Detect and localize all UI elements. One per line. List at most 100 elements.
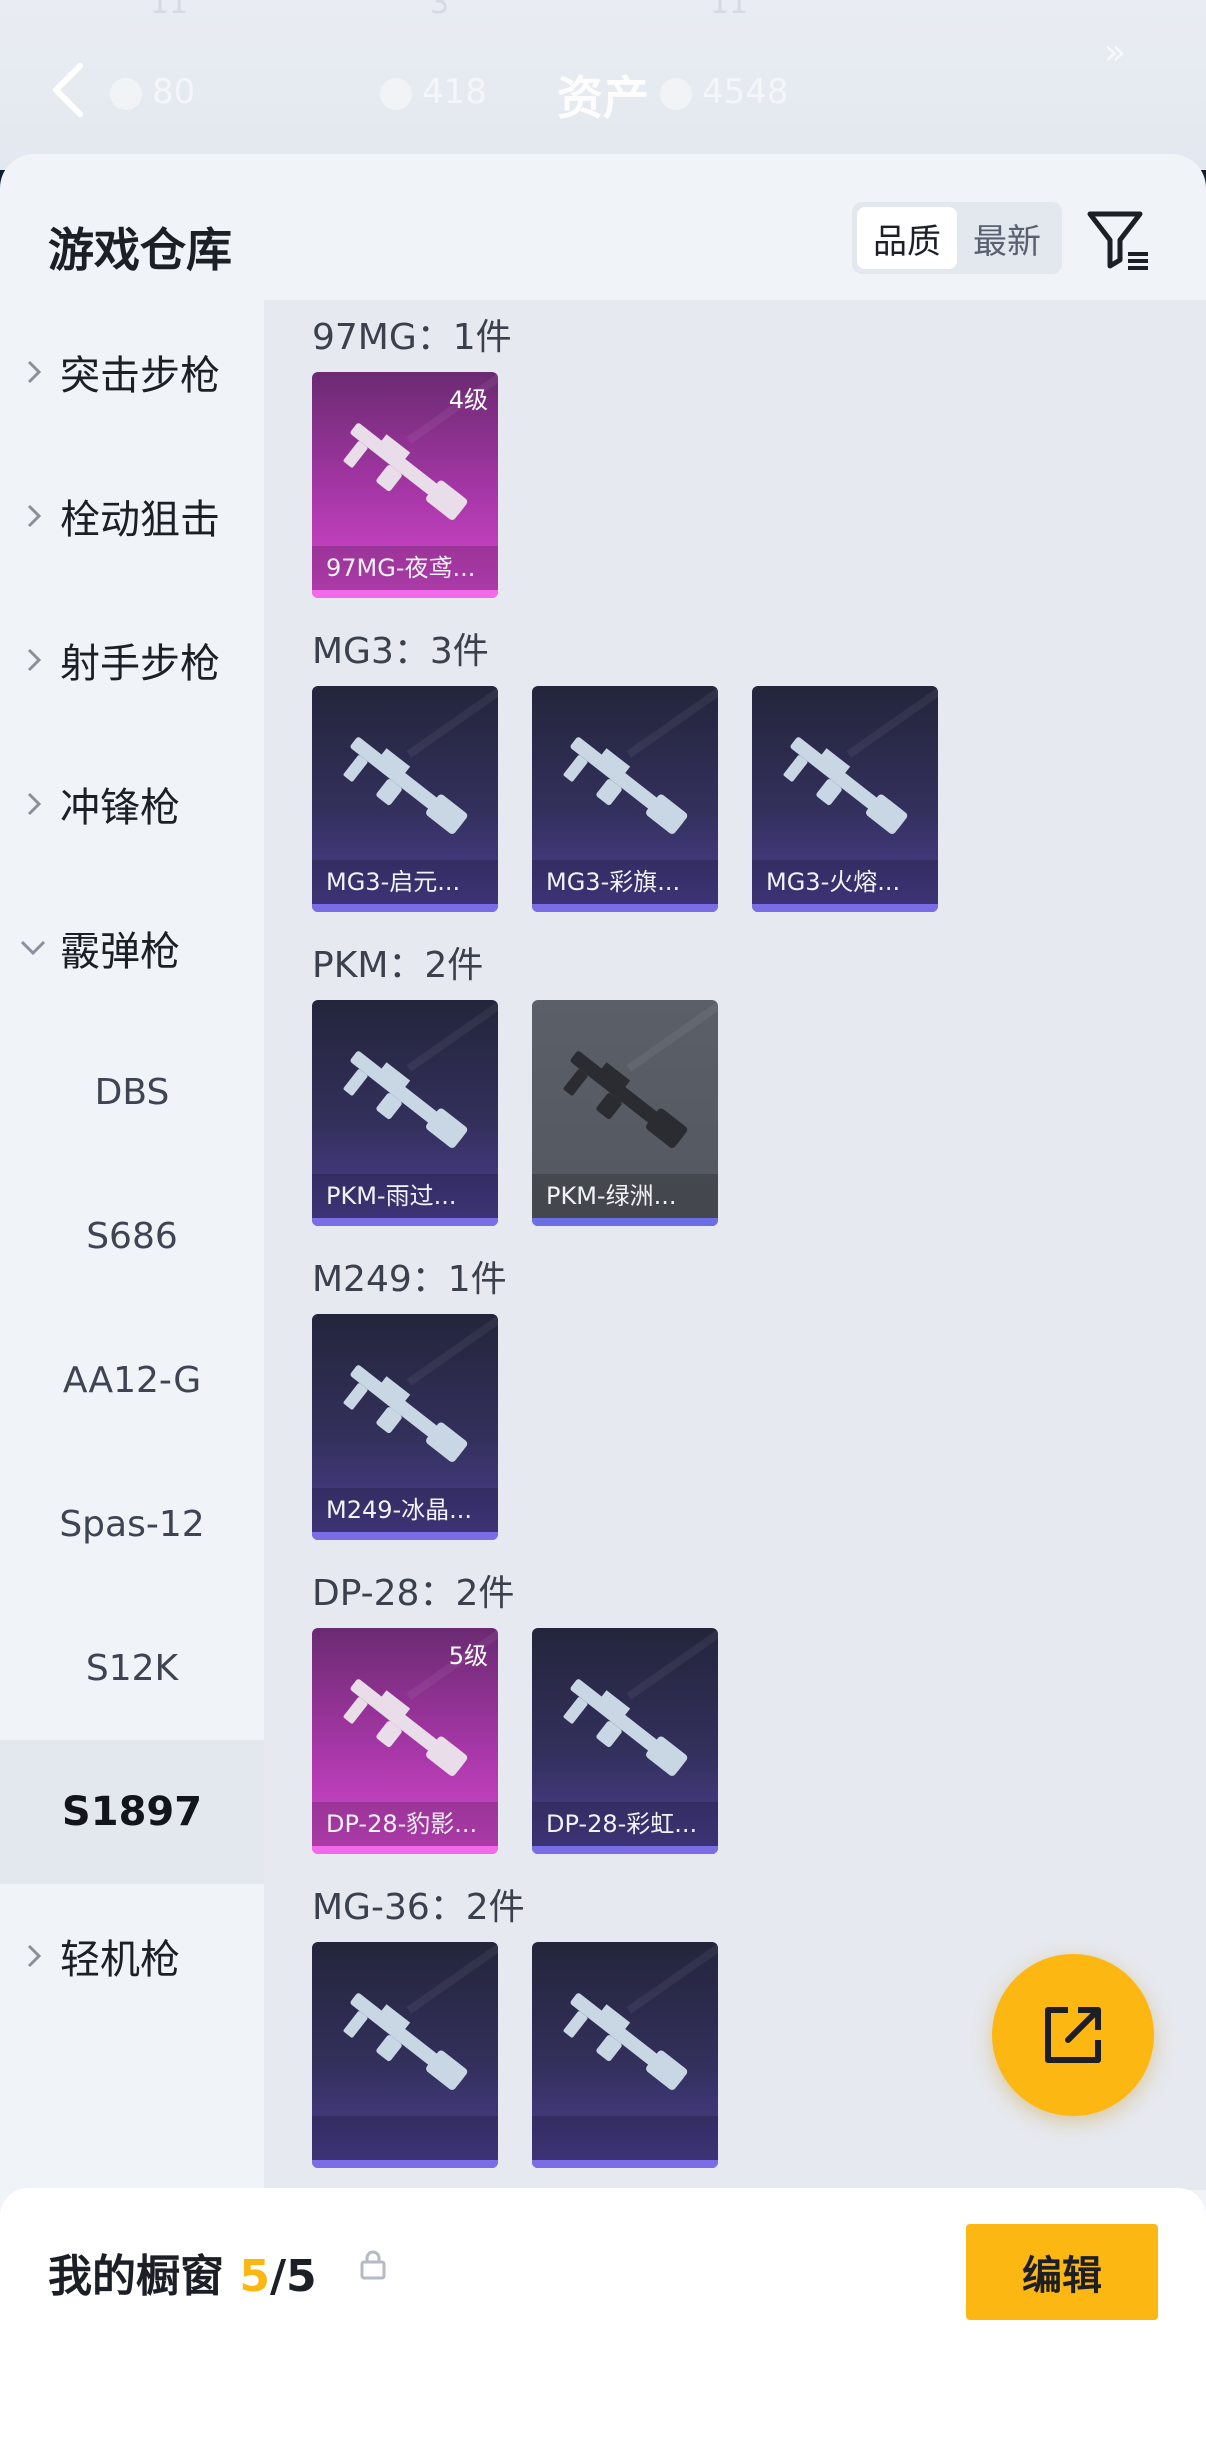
share-button[interactable] xyxy=(992,1954,1154,2116)
coin-icon xyxy=(660,77,692,110)
sidebar-item-label: 栓动狙击 xyxy=(60,497,220,543)
rarity-bar xyxy=(532,2160,718,2168)
sidebar-item-label: 突击步枪 xyxy=(60,353,220,399)
chevron-right-icon xyxy=(27,792,42,816)
sidebar-item-label: 轻机枪 xyxy=(60,1937,180,1983)
rarity-bar xyxy=(752,904,938,912)
weapon-icon xyxy=(343,1679,468,1776)
sort-toggle: 品质 最新 xyxy=(852,202,1062,274)
weapon-name: DP-28-豹影... xyxy=(312,1802,498,1846)
weapon-icon xyxy=(343,1365,468,1462)
ghost-stat: 11 xyxy=(710,0,749,21)
weapon-icon xyxy=(343,1993,468,2090)
group-title: DP-28：2件 xyxy=(312,1573,515,1614)
rarity-bar xyxy=(312,1846,498,1854)
sidebar-item-label: 霰弹枪 xyxy=(60,929,180,975)
rarity-bar xyxy=(532,904,718,912)
weapon-name xyxy=(312,2116,498,2160)
weapon-icon xyxy=(343,1051,468,1148)
stat-currency-3: 4548 xyxy=(660,72,789,112)
sidebar-item-label: 射手步枪 xyxy=(60,641,220,687)
weapon-card[interactable] xyxy=(532,1942,718,2168)
app-root: 11 3 11 80 418 资产 4548 » 游戏仓库 品质 最新 时装37… xyxy=(0,0,1206,2452)
weapon-card[interactable]: 5级 DP-28-豹影... xyxy=(312,1628,498,1854)
sort-quality-option[interactable]: 品质 xyxy=(857,207,957,269)
sidebar-item-bolt-sniper[interactable]: 栓动狙击 xyxy=(0,444,264,588)
ghost-stat: 3 xyxy=(430,0,450,21)
ghost-stats-row: 11 3 11 xyxy=(0,0,1206,26)
sidebar-item-label: 冲锋枪 xyxy=(60,785,180,831)
group-title: PKM：2件 xyxy=(312,945,484,986)
group-title: MG3：3件 xyxy=(312,631,489,672)
rarity-bar xyxy=(312,590,498,598)
weapon-icon xyxy=(563,737,688,834)
weapon-name: PKM-绿洲... xyxy=(532,1174,718,1218)
showcase-current-count: 5 xyxy=(239,2251,270,2302)
weapon-card[interactable]: DP-28-彩虹... xyxy=(532,1628,718,1854)
weapon-card[interactable]: PKM-雨过... xyxy=(312,1000,498,1226)
rarity-bar xyxy=(312,1532,498,1540)
weapon-name xyxy=(532,2116,718,2160)
weapon-type-sidebar: 突击步枪 栓动狙击 射手步枪 冲锋枪 霰弹枪 DBS S686 AA12-G S… xyxy=(0,300,264,2190)
asset-header: 11 3 11 80 418 资产 4548 » xyxy=(0,0,1206,170)
sidebar-item-marksman-rifle[interactable]: 射手步枪 xyxy=(0,588,264,732)
chevron-right-icon xyxy=(27,648,42,672)
sidebar-sub-s12k[interactable]: S12K xyxy=(0,1596,264,1740)
showcase-label: 我的橱窗 5/5 xyxy=(48,2240,317,2304)
sidebar-sub-dbs[interactable]: DBS xyxy=(0,1020,264,1164)
weapon-name: MG3-彩旗... xyxy=(532,860,718,904)
group-title: 97MG：1件 xyxy=(312,317,512,358)
weapon-name: MG3-火熔... xyxy=(752,860,938,904)
weapon-icon xyxy=(563,1679,688,1776)
weapon-name: M249-冰晶... xyxy=(312,1488,498,1532)
weapon-name: MG3-启元... xyxy=(312,860,498,904)
rarity-bar xyxy=(532,1218,718,1226)
sidebar-item-smg[interactable]: 冲锋枪 xyxy=(0,732,264,876)
weapon-card[interactable]: M249-冰晶... xyxy=(312,1314,498,1540)
showcase-total-count: /5 xyxy=(269,2251,317,2302)
chevron-down-icon xyxy=(20,940,46,956)
sidebar-sub-aa12g[interactable]: AA12-G xyxy=(0,1308,264,1452)
weapon-grid: 97MG：1件 4级 97MG-夜鸢... MG3：3件 MG3-启元... M… xyxy=(264,300,1206,2190)
chevron-right-icon xyxy=(27,504,42,528)
weapon-icon xyxy=(343,423,468,520)
sidebar-sub-s1897[interactable]: S1897 xyxy=(0,1740,264,1884)
sidebar-item-lmg[interactable]: 轻机枪 xyxy=(0,1884,264,2028)
showcase-title: 我的橱窗 xyxy=(48,2251,224,2302)
group-title: MG-36：2件 xyxy=(312,1887,525,1928)
weapon-card[interactable]: MG3-火熔... xyxy=(752,686,938,912)
group-title: M249：1件 xyxy=(312,1259,507,1300)
level-badge: 4级 xyxy=(448,386,488,414)
filter-icon[interactable] xyxy=(1084,204,1154,274)
page-title: 资产 xyxy=(557,71,649,125)
chevron-right-icon xyxy=(27,360,42,384)
rarity-bar xyxy=(312,2160,498,2168)
level-badge: 5级 xyxy=(448,1642,488,1670)
weapon-name: 97MG-夜鸢... xyxy=(312,546,498,590)
showcase-bar: 我的橱窗 5/5 编辑 xyxy=(0,2188,1206,2452)
sidebar-item-assault-rifle[interactable]: 突击步枪 xyxy=(0,300,264,444)
sort-newest-option[interactable]: 最新 xyxy=(957,207,1057,269)
weapon-icon xyxy=(783,737,908,834)
sidebar-sub-spas12[interactable]: Spas-12 xyxy=(0,1452,264,1596)
share-export-icon xyxy=(1045,2007,1101,2063)
warehouse-title: 游戏仓库 xyxy=(48,223,232,277)
weapon-icon xyxy=(563,1993,688,2090)
weapon-name: PKM-雨过... xyxy=(312,1174,498,1218)
weapon-card[interactable] xyxy=(312,1942,498,2168)
stat-value: 4548 xyxy=(702,72,789,112)
weapon-name: DP-28-彩虹... xyxy=(532,1802,718,1846)
ghost-stat: 11 xyxy=(150,0,189,21)
weapon-card[interactable]: 4级 97MG-夜鸢... xyxy=(312,372,498,598)
weapon-card[interactable]: MG3-启元... xyxy=(312,686,498,912)
edit-button[interactable]: 编辑 xyxy=(966,2224,1158,2320)
more-chevron-icon[interactable]: » xyxy=(1104,32,1126,73)
weapon-icon xyxy=(563,1051,688,1148)
rarity-bar xyxy=(312,904,498,912)
weapon-card[interactable]: PKM-绿洲... xyxy=(532,1000,718,1226)
chevron-right-icon xyxy=(27,1944,42,1968)
sidebar-item-shotgun[interactable]: 霰弹枪 xyxy=(0,876,264,1020)
lock-icon xyxy=(360,2250,386,2280)
sidebar-sub-s686[interactable]: S686 xyxy=(0,1164,264,1308)
weapon-card[interactable]: MG3-彩旗... xyxy=(532,686,718,912)
